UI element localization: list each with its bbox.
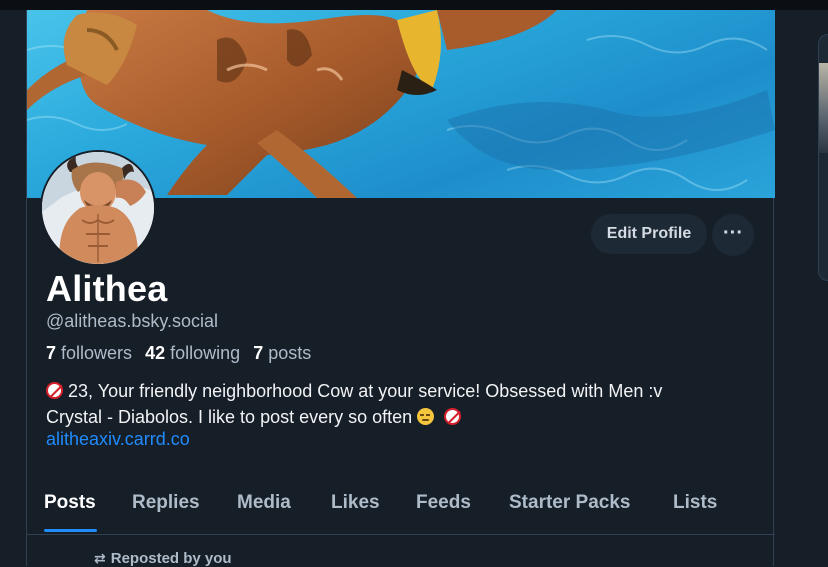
tab-replies[interactable]: Replies xyxy=(132,492,200,514)
following-label: following xyxy=(170,343,241,363)
profile-handle[interactable]: @alitheas.bsky.social xyxy=(46,311,218,332)
repost-label: Reposted by you xyxy=(110,550,232,567)
18-plus-icon xyxy=(46,382,63,399)
posts-label: posts xyxy=(268,343,312,363)
top-bar xyxy=(0,0,828,10)
left-gutter xyxy=(0,10,26,566)
bio-line-1-text: 23, Your friendly neighborhood Cow at yo… xyxy=(68,381,663,401)
posts-count: 7 xyxy=(253,343,264,363)
tab-starter-packs[interactable]: Starter Packs xyxy=(509,492,630,514)
profile-stats: 7 followers 42 following 7 posts xyxy=(46,343,319,364)
followers-stat[interactable]: 7 followers xyxy=(46,343,132,363)
bio-line-2-text: Crystal - Diabolos. I like to post every… xyxy=(46,407,413,427)
bio-link[interactable]: alitheaxiv.carrd.co xyxy=(46,429,190,450)
active-tab-indicator xyxy=(44,529,97,532)
profile-bio: 23, Your friendly neighborhood Cow at yo… xyxy=(46,378,766,430)
bio-line-1: 23, Your friendly neighborhood Cow at yo… xyxy=(46,378,766,404)
avatar-image xyxy=(42,152,154,264)
followers-label: followers xyxy=(61,343,133,363)
tab-media[interactable]: Media xyxy=(237,492,291,514)
tab-likes[interactable]: Likes xyxy=(331,492,380,514)
avatar[interactable] xyxy=(40,150,156,266)
ellipsis-icon: ··· xyxy=(723,222,743,244)
tab-posts[interactable]: Posts xyxy=(44,492,96,514)
repost-indicator: ⇄ Reposted by you xyxy=(94,550,232,567)
following-stat[interactable]: 42 following xyxy=(145,343,240,363)
posts-stat: 7 posts xyxy=(253,343,311,363)
18-plus-icon xyxy=(444,408,462,425)
bio-line-2: Crystal - Diabolos. I like to post every… xyxy=(46,404,766,430)
profile-panel: Edit Profile ··· Alithea @alitheas.bsky.… xyxy=(26,10,775,567)
profile-tabs: Posts Replies Media Likes Feeds Starter … xyxy=(27,484,775,535)
tab-lists[interactable]: Lists xyxy=(673,492,717,514)
more-options-button[interactable]: ··· xyxy=(712,214,754,256)
right-sidebar-card[interactable] xyxy=(818,34,828,281)
followers-count: 7 xyxy=(46,343,57,363)
repost-icon: ⇄ xyxy=(94,550,106,566)
following-count: 42 xyxy=(145,343,166,363)
edit-profile-button[interactable]: Edit Profile xyxy=(591,214,707,254)
display-name: Alithea xyxy=(46,268,168,309)
pensive-face-emoji-icon xyxy=(417,408,435,425)
tab-feeds[interactable]: Feeds xyxy=(416,492,471,514)
